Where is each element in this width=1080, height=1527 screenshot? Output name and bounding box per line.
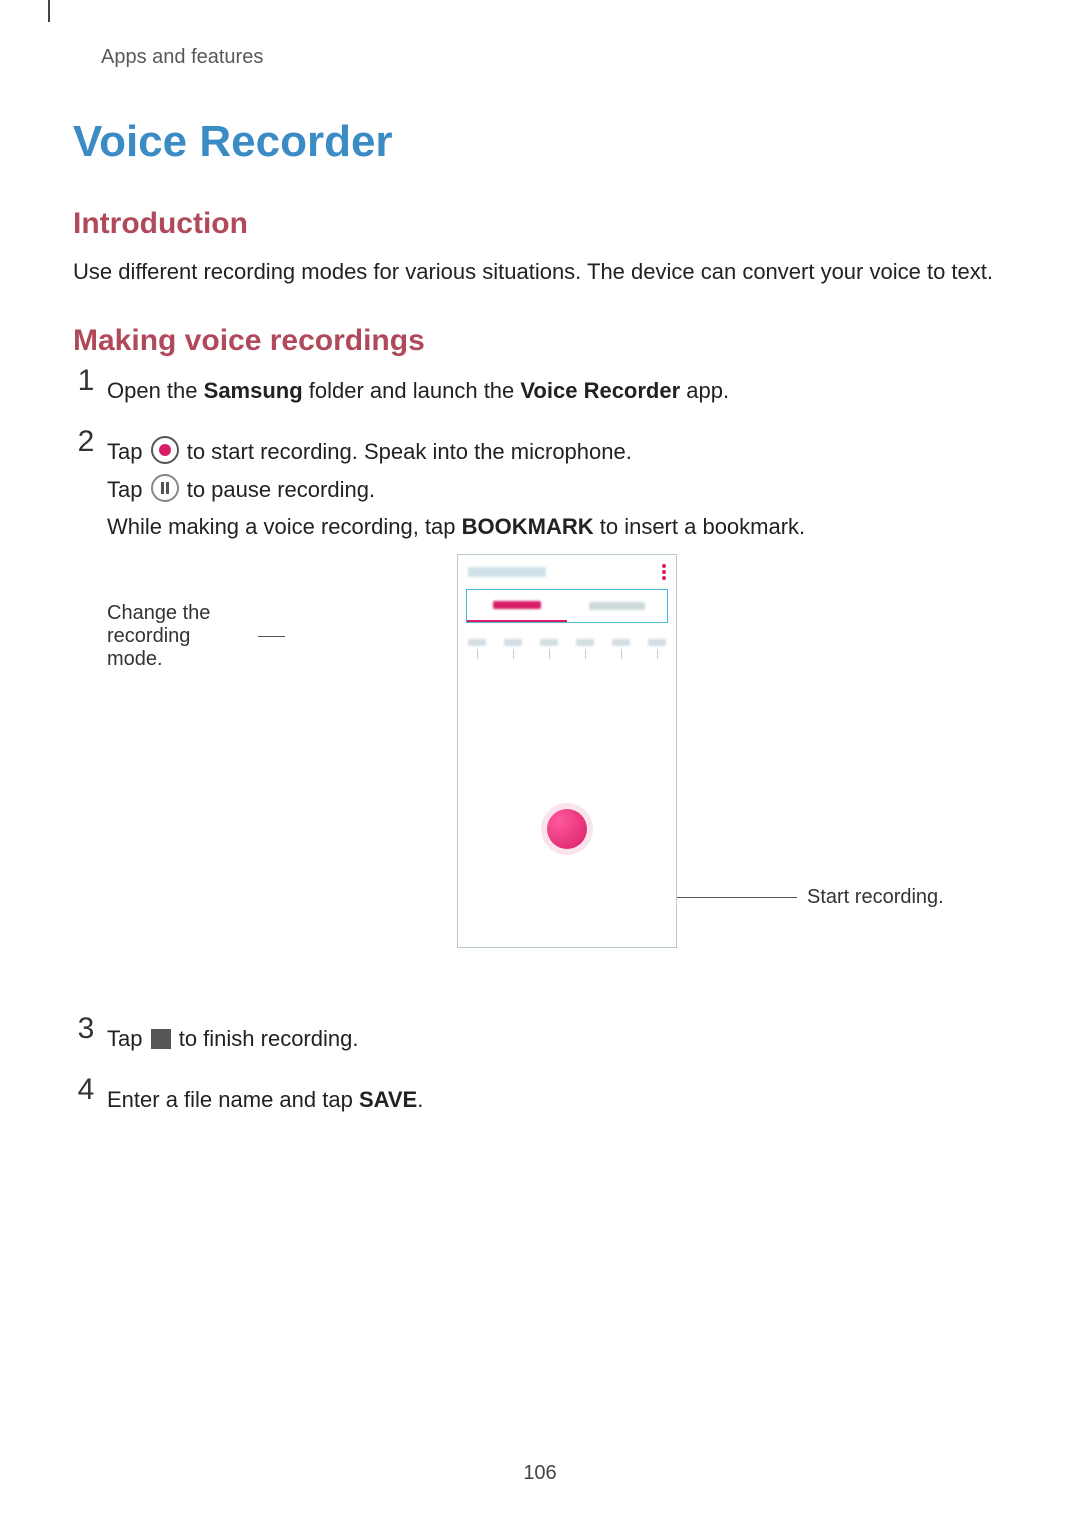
- text: to insert a bookmark.: [594, 514, 806, 539]
- mode-tabs: [466, 589, 668, 623]
- text: Tap: [107, 1026, 149, 1051]
- text: Tap: [107, 439, 149, 464]
- phone-frame: [457, 554, 677, 948]
- breadcrumb: Apps and features: [101, 46, 1007, 69]
- text: Open the: [107, 378, 204, 403]
- timeline-ticks: [466, 639, 668, 669]
- record-button: [547, 809, 587, 849]
- document-page: Apps and features Voice Recorder Introdu…: [0, 0, 1080, 1118]
- section-heading-making: Making voice recordings: [73, 324, 1007, 358]
- more-options-icon: [662, 564, 666, 580]
- text: to pause recording.: [181, 477, 375, 502]
- leader-line: [677, 897, 797, 898]
- record-row: [458, 789, 676, 869]
- step-3: Tap to finish recording.: [73, 1020, 1007, 1057]
- callout-label: Change the recording mode.: [107, 602, 248, 671]
- step-1: Open the Samsung folder and launch the V…: [73, 372, 1007, 409]
- tab-label-placeholder: [589, 602, 645, 610]
- figure-voice-recorder-screenshot: Change the recording mode.: [107, 554, 1007, 984]
- callout-label: Start recording.: [807, 886, 944, 909]
- page-title: Voice Recorder: [73, 117, 1007, 167]
- callout-start-recording: Start recording.: [677, 886, 944, 909]
- text: While making a voice recording, tap: [107, 514, 462, 539]
- text: to start recording. Speak into the micro…: [181, 439, 632, 464]
- leader-line: [258, 636, 285, 637]
- text: to finish recording.: [173, 1026, 359, 1051]
- pause-icon: [151, 474, 179, 502]
- text: app.: [680, 378, 729, 403]
- step-4: Enter a file name and tap SAVE.: [73, 1081, 1007, 1118]
- bold-text: Voice Recorder: [520, 378, 680, 403]
- crop-mark: [48, 0, 50, 22]
- step-list: Open the Samsung folder and launch the V…: [73, 372, 1007, 1118]
- record-icon: [151, 436, 179, 464]
- text: Tap: [107, 477, 149, 502]
- step-2: Tap to start recording. Speak into the m…: [73, 433, 1007, 983]
- app-title-placeholder: [468, 567, 546, 577]
- text: folder and launch the: [303, 378, 521, 403]
- bold-text: Samsung: [204, 378, 303, 403]
- intro-body: Use different recording modes for variou…: [73, 255, 1007, 288]
- app-header: [458, 555, 676, 589]
- callout-change-mode: Change the recording mode.: [107, 602, 285, 671]
- page-number: 106: [0, 1462, 1080, 1485]
- section-heading-introduction: Introduction: [73, 207, 1007, 241]
- tab-standard: [467, 590, 567, 622]
- text: .: [417, 1087, 423, 1112]
- stop-icon: [151, 1029, 171, 1049]
- waveform-area: [458, 669, 676, 789]
- bold-text: BOOKMARK: [462, 514, 594, 539]
- bold-text: SAVE: [359, 1087, 417, 1112]
- tab-speech-to-text: [567, 590, 667, 622]
- tab-label-placeholder: [493, 601, 541, 609]
- text: Enter a file name and tap: [107, 1087, 359, 1112]
